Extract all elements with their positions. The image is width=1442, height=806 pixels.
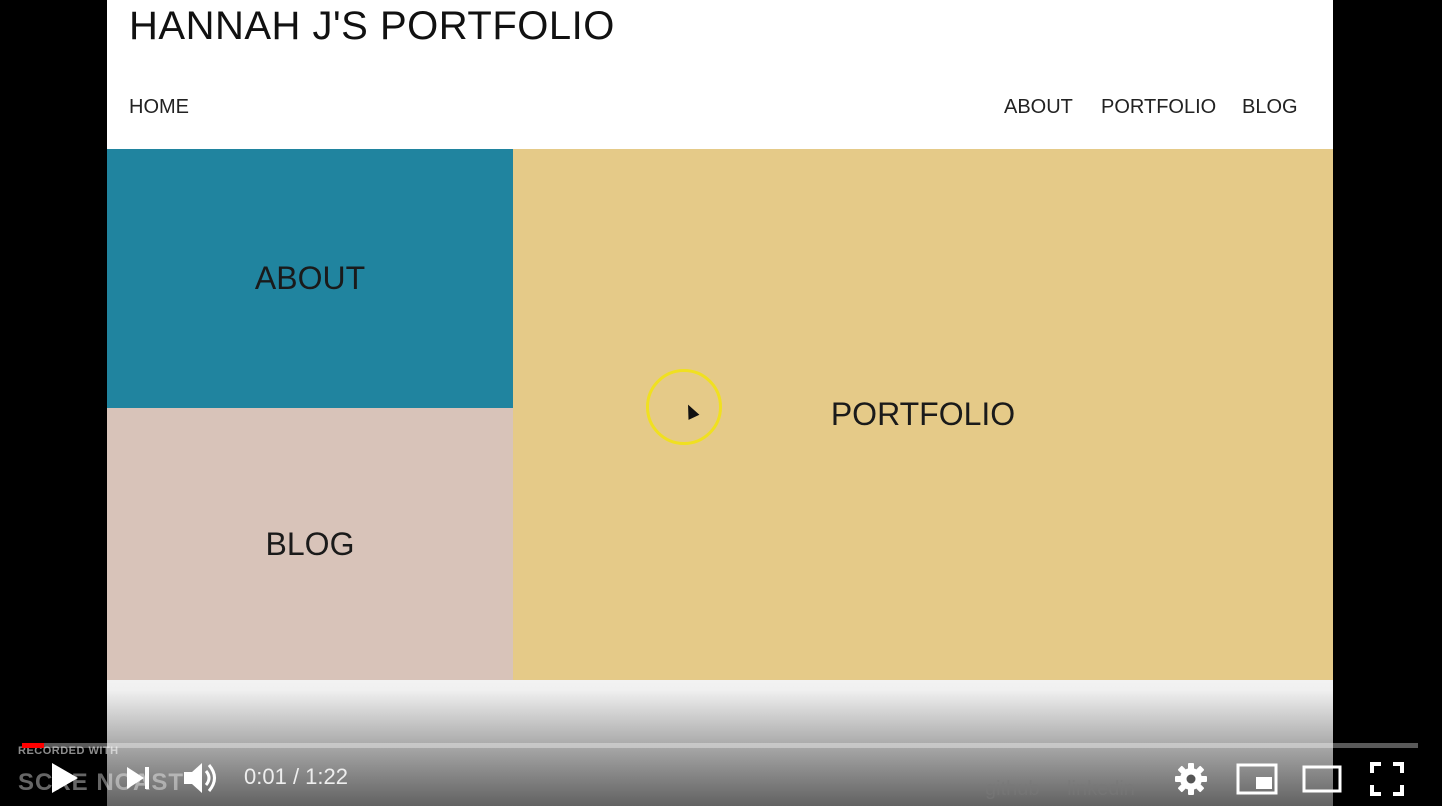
footer-links: github linkedin [985,778,1157,801]
nav-blog-link[interactable]: BLOG [1242,96,1298,119]
settings-button[interactable] [1174,762,1208,796]
play-icon [52,763,78,793]
play-button[interactable] [48,760,80,796]
volume-icon [184,763,216,793]
miniplayer-icon [1236,763,1278,795]
blog-tile[interactable]: BLOG [107,408,513,680]
fullscreen-button[interactable] [1370,762,1404,796]
nav-about-link[interactable]: ABOUT [1004,96,1073,119]
theater-mode-icon [1302,765,1342,793]
nav-portfolio-link[interactable]: PORTFOLIO [1101,96,1216,119]
progress-bar[interactable] [22,743,1418,748]
about-tile[interactable]: ABOUT [107,149,513,408]
site-title: HANNAH J'S PORTFOLIO [129,4,615,48]
miniplayer-button[interactable] [1236,762,1278,796]
theater-mode-button[interactable] [1302,764,1342,794]
volume-button[interactable] [182,760,222,796]
time-display: 0:01 / 1:22 [244,764,348,790]
video-player[interactable]: HANNAH J'S PORTFOLIO HOME ABOUT PORTFOLI… [0,0,1442,806]
github-link[interactable]: github [985,778,1040,800]
next-button[interactable] [124,764,152,792]
video-frame: HANNAH J'S PORTFOLIO HOME ABOUT PORTFOLI… [107,0,1333,806]
current-time: 0:01 [244,764,287,789]
portfolio-tile[interactable]: PORTFOLIO [513,149,1333,680]
duration: 1:22 [305,764,348,789]
svg-text:SCRE NCAST: SCRE NCAST [18,769,184,796]
fullscreen-icon [1370,762,1404,796]
progress-bar-played [22,743,45,748]
linkedin-link[interactable]: linkedin [1067,778,1135,800]
nav-home-link[interactable]: HOME [129,96,189,119]
time-separator: / [286,764,306,789]
settings-icon [1175,763,1207,795]
portfolio-tile-label: PORTFOLIO [830,396,1016,432]
about-tile-label: ABOUT [254,260,366,296]
next-icon [127,767,149,789]
blog-tile-label: BLOG [265,525,355,562]
